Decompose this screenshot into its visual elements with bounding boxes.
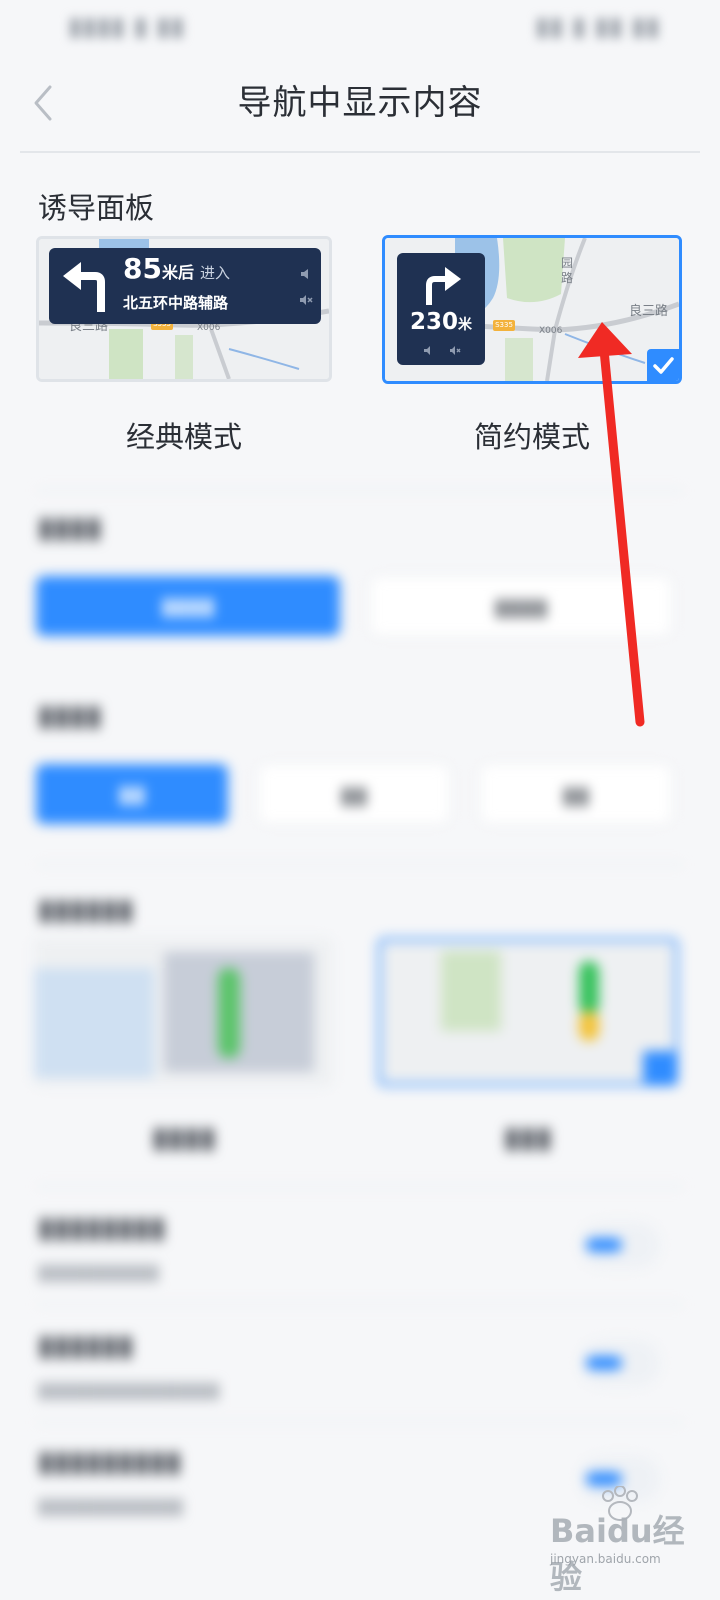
app-screen: { "header": { "title": "导航中显示内容" }, "gui… bbox=[0, 0, 720, 1600]
speaker-icon bbox=[301, 269, 308, 279]
toggle-switch[interactable] bbox=[580, 1222, 660, 1268]
overview-card[interactable] bbox=[34, 938, 332, 1086]
divider bbox=[36, 1304, 684, 1305]
map-vertical-road-label: 园路 bbox=[561, 256, 574, 285]
card-classic-mode[interactable]: 良三路 S335 X006 85米后 进入 北五环中路辅路 bbox=[36, 236, 332, 382]
classic-distance-unit: 米后 bbox=[161, 263, 194, 282]
mute-icon bbox=[450, 346, 461, 355]
overview-option-label: ▮▮▮ bbox=[504, 1120, 552, 1154]
map-road-label: 良三路 bbox=[629, 304, 669, 319]
overview-card-selected[interactable] bbox=[378, 938, 678, 1086]
status-bar-left: ▮▮▮▮ ▮ ▮▮ bbox=[68, 12, 185, 42]
mute-icon bbox=[300, 295, 313, 305]
option-button-selected[interactable]: ▮▮ bbox=[36, 764, 228, 824]
toggle-switch[interactable] bbox=[580, 1340, 660, 1386]
simple-distance: 230米 bbox=[397, 309, 485, 335]
card-simple-mode[interactable]: 园路 良三路 S335 X006 230米 bbox=[382, 235, 682, 384]
turn-left-arrow-icon bbox=[63, 262, 105, 312]
classic-road-name: 北五环中路辅路 bbox=[123, 294, 229, 312]
setting-title-blurred: ▮▮▮▮▮▮ bbox=[38, 1328, 134, 1362]
setting-title-blurred: ▮▮▮▮ bbox=[38, 698, 102, 732]
setting-title-blurred: ▮▮▮▮ bbox=[38, 510, 102, 544]
option-button[interactable]: ▮▮ bbox=[258, 764, 450, 824]
header: 导航中显示内容 bbox=[0, 55, 720, 151]
classic-distance-value: 85 bbox=[123, 252, 162, 285]
setting-title-blurred: ▮▮▮▮▮▮ bbox=[38, 892, 134, 926]
classic-guidance-panel: 85米后 进入 北五环中路辅路 bbox=[49, 248, 321, 324]
watermark-url: jingyan.baidu.com bbox=[550, 1552, 661, 1566]
turn-right-arrow-icon bbox=[426, 267, 461, 305]
status-bar: ▮▮▮▮ ▮ ▮▮ ▮▮ ▮ ▮▮ ▮▮ bbox=[0, 0, 720, 55]
setting-title-blurred: ▮▮▮▮▮▮▮▮▮ bbox=[38, 1444, 182, 1478]
option-button-selected[interactable]: ▮▮▮▮ bbox=[36, 576, 340, 636]
option-button[interactable]: ▮▮▮▮ bbox=[370, 576, 672, 636]
classic-mode-label: 经典模式 bbox=[125, 420, 242, 454]
selected-check-badge bbox=[647, 349, 679, 381]
setting-subtitle-blurred: ▮▮▮▮▮▮▮▮▮▮▮▮ bbox=[38, 1494, 184, 1519]
baidu-jingyan-watermark: Baidu经验 jingyan.baidu.com bbox=[548, 1486, 698, 1596]
simple-distance-unit: 米 bbox=[458, 317, 472, 333]
overview-option-label: ▮▮▮▮ bbox=[152, 1120, 216, 1154]
divider bbox=[36, 864, 684, 865]
header-divider bbox=[20, 151, 700, 153]
classic-action: 进入 bbox=[199, 264, 230, 282]
divider bbox=[36, 1186, 684, 1187]
setting-title-blurred: ▮▮▮▮▮▮▮▮ bbox=[38, 1210, 166, 1244]
simple-distance-value: 230 bbox=[409, 309, 458, 335]
setting-subtitle-blurred: ▮▮▮▮▮▮▮▮▮▮ bbox=[38, 1260, 160, 1285]
divider bbox=[36, 490, 684, 491]
speaker-icon bbox=[424, 346, 430, 355]
map-road-badge: S335 bbox=[493, 320, 515, 331]
setting-subtitle-blurred: ▮▮▮▮▮▮▮▮▮▮▮▮▮▮▮ bbox=[38, 1378, 220, 1403]
simple-mode-label: 简约模式 bbox=[473, 420, 590, 454]
section-title-guidance-panel: 诱导面板 bbox=[38, 191, 155, 225]
classic-distance: 85米后 进入 bbox=[123, 252, 230, 285]
divider bbox=[36, 1422, 684, 1423]
map-road-code: X006 bbox=[197, 323, 221, 333]
status-bar-right: ▮▮ ▮ ▮▮ ▮▮ bbox=[535, 12, 660, 42]
option-button[interactable]: ▮▮ bbox=[480, 764, 672, 824]
blurred-settings-area: ▮▮▮▮ ▮▮▮▮ ▮▮▮▮ ▮▮▮▮ ▮▮ ▮▮ ▮▮ ▮▮▮▮▮▮ ▮▮▮▮… bbox=[0, 486, 720, 1600]
simple-guidance-panel: 230米 bbox=[397, 253, 485, 365]
checkmark-icon bbox=[653, 357, 674, 374]
page-title: 导航中显示内容 bbox=[237, 83, 483, 123]
map-road-code: X006 bbox=[539, 326, 563, 336]
